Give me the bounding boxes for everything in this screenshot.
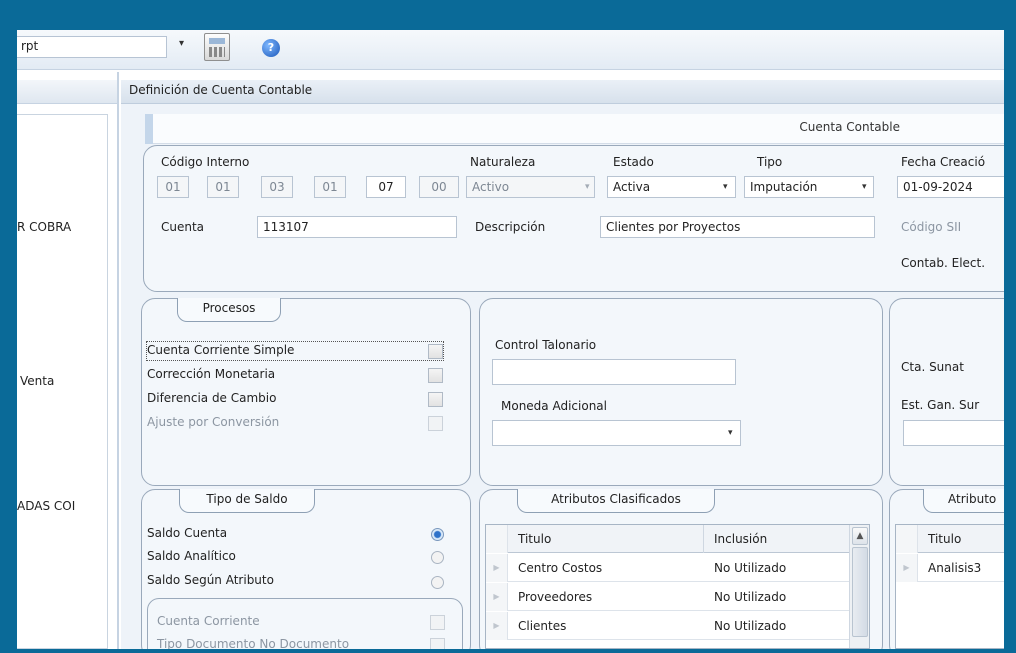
column-header-inclusion[interactable]: Inclusión bbox=[704, 525, 851, 553]
tipo-documento-label: Tipo Documento No Documento bbox=[157, 637, 350, 649]
row-header: ▶ bbox=[486, 612, 508, 640]
table-row[interactable]: ▶ Centro Costos No Utilizado bbox=[486, 554, 851, 582]
column-header-titulo[interactable]: Titulo bbox=[918, 525, 1004, 553]
tipo-saldo-title: Tipo de Saldo bbox=[179, 489, 315, 513]
saldo-cuenta-radio[interactable] bbox=[431, 528, 444, 541]
moneda-dropdown-icon[interactable]: ▾ bbox=[728, 428, 733, 438]
codigo-segment-3: 03 bbox=[261, 176, 293, 198]
cell-titulo: Analisis3 bbox=[928, 561, 982, 575]
cell-inclusion: No Utilizado bbox=[714, 619, 787, 633]
row-header: ▶ bbox=[896, 554, 918, 582]
cuenta-corriente-simple-checkbox[interactable] bbox=[428, 344, 443, 359]
sunat-group bbox=[889, 298, 1004, 486]
estado-label: Estado bbox=[613, 155, 654, 169]
proceso-label: Cuenta Corriente Simple bbox=[147, 343, 295, 357]
estado-dropdown-icon[interactable]: ▾ bbox=[723, 182, 728, 192]
correccion-monetaria-checkbox[interactable] bbox=[428, 368, 443, 383]
toolbar: rpt ▾ ? bbox=[17, 30, 1004, 70]
grid-header: Titulo Inclusión bbox=[486, 525, 851, 553]
proceso-label: Ajuste por Conversión bbox=[147, 415, 280, 429]
saldo-option-label: Saldo Cuenta bbox=[147, 526, 228, 540]
control-talonario-field[interactable] bbox=[492, 359, 736, 385]
codigo-interno-label: Código Interno bbox=[161, 155, 250, 169]
codigo-sii-label: Código SII bbox=[901, 220, 962, 234]
tipo-label: Tipo bbox=[757, 155, 783, 169]
cta-sunat-label: Cta. Sunat bbox=[901, 360, 964, 374]
fecha-creacion-label: Fecha Creació bbox=[901, 155, 986, 169]
naturaleza-dropdown-icon: ▾ bbox=[585, 182, 590, 192]
saldo-analitico-radio[interactable] bbox=[431, 551, 444, 564]
codigo-segment-6: 00 bbox=[419, 176, 459, 198]
atributos-grid[interactable]: Titulo ▶ Analisis3 bbox=[895, 524, 1004, 649]
tipo-dropdown-icon[interactable]: ▾ bbox=[862, 182, 867, 192]
tree-item[interactable]: ADAS COI bbox=[17, 499, 75, 513]
row-header: ▶ bbox=[486, 554, 508, 582]
fecha-creacion-field[interactable]: 01-09-2024 bbox=[897, 176, 1004, 198]
procesos-title: Procesos bbox=[177, 298, 281, 322]
atributos-title: Atributo bbox=[923, 489, 1004, 513]
saldo-segun-atributo-radio[interactable] bbox=[431, 576, 444, 589]
moneda-adicional-select[interactable] bbox=[492, 420, 741, 446]
proceso-label: Diferencia de Cambio bbox=[147, 391, 277, 405]
proceso-label: Corrección Monetaria bbox=[147, 367, 276, 381]
app-window: rpt ▾ ? R COBRA Venta ADAS COI Definició… bbox=[17, 30, 1004, 649]
scroll-thumb[interactable] bbox=[852, 547, 868, 637]
codigo-segment-5[interactable]: 07 bbox=[366, 176, 406, 198]
calculator-icon[interactable] bbox=[204, 33, 230, 61]
report-combo[interactable]: rpt bbox=[17, 36, 167, 58]
codigo-segment-1: 01 bbox=[157, 176, 189, 198]
ajuste-conversion-checkbox bbox=[428, 416, 443, 431]
diferencia-cambio-checkbox[interactable] bbox=[428, 392, 443, 407]
est-gan-select[interactable] bbox=[903, 420, 1004, 446]
estado-select[interactable]: Activa bbox=[607, 176, 736, 198]
codigo-segment-2: 01 bbox=[207, 176, 239, 198]
atributos-clasificados-grid[interactable]: Titulo Inclusión ▶ Centro Costos No Util… bbox=[485, 524, 870, 649]
cuenta-label: Cuenta bbox=[161, 220, 205, 234]
pane-splitter[interactable] bbox=[117, 72, 119, 649]
cuenta-field[interactable]: 113107 bbox=[257, 216, 457, 238]
grid-scrollbar[interactable]: ▲ bbox=[849, 525, 869, 648]
codigo-segment-4: 01 bbox=[314, 176, 346, 198]
tab-edge bbox=[145, 114, 153, 144]
descripcion-label: Descripción bbox=[475, 220, 546, 234]
cuenta-corriente-label: Cuenta Corriente bbox=[157, 614, 260, 628]
saldo-option-label: Saldo Según Atributo bbox=[147, 573, 274, 587]
cell-titulo: Centro Costos bbox=[518, 561, 603, 575]
tree-item[interactable]: Venta bbox=[20, 374, 54, 388]
moneda-adicional-label: Moneda Adicional bbox=[501, 399, 607, 413]
naturaleza-label: Naturaleza bbox=[470, 155, 536, 169]
report-combo-arrow-icon[interactable]: ▾ bbox=[179, 38, 184, 49]
naturaleza-select: Activo bbox=[466, 176, 595, 198]
row-header bbox=[896, 525, 918, 553]
scroll-up-icon[interactable]: ▲ bbox=[852, 527, 868, 545]
descripcion-field[interactable]: Clientes por Proyectos bbox=[600, 216, 875, 238]
atributos-clasificados-title: Atributos Clasificados bbox=[517, 489, 715, 513]
cell-inclusion: No Utilizado bbox=[714, 561, 787, 575]
grid-header: Titulo bbox=[896, 525, 1004, 553]
tab-label: Cuenta Contable bbox=[799, 120, 900, 134]
column-header-titulo[interactable]: Titulo bbox=[508, 525, 704, 553]
table-row[interactable]: ▶ Analisis3 bbox=[896, 554, 1004, 582]
cell-inclusion: No Utilizado bbox=[714, 590, 787, 604]
est-gan-label: Est. Gan. Sur bbox=[901, 398, 980, 412]
window-title: Definición de Cuenta Contable bbox=[121, 80, 1004, 104]
table-row[interactable]: ▶ Clientes No Utilizado bbox=[486, 612, 851, 640]
help-icon[interactable]: ? bbox=[262, 39, 280, 57]
talonario-group bbox=[479, 298, 883, 486]
row-header: ▶ bbox=[486, 583, 508, 611]
row-header bbox=[486, 525, 508, 553]
cuenta-corriente-checkbox bbox=[430, 615, 445, 630]
tree-item[interactable]: R COBRA bbox=[17, 220, 71, 234]
contab-elect-label: Contab. Elect. bbox=[901, 256, 986, 270]
account-tree[interactable]: R COBRA Venta ADAS COI bbox=[17, 114, 108, 649]
tab-cuenta-contable[interactable]: Cuenta Contable bbox=[145, 114, 1004, 144]
control-talonario-label: Control Talonario bbox=[495, 338, 597, 352]
tipo-select[interactable]: Imputación bbox=[744, 176, 874, 198]
saldo-option-label: Saldo Analítico bbox=[147, 549, 236, 563]
cell-titulo: Proveedores bbox=[518, 590, 593, 604]
table-row[interactable]: ▶ Proveedores No Utilizado bbox=[486, 583, 851, 611]
left-pane-header bbox=[17, 80, 117, 104]
tipo-documento-checkbox bbox=[430, 638, 445, 649]
cell-titulo: Clientes bbox=[518, 619, 567, 633]
